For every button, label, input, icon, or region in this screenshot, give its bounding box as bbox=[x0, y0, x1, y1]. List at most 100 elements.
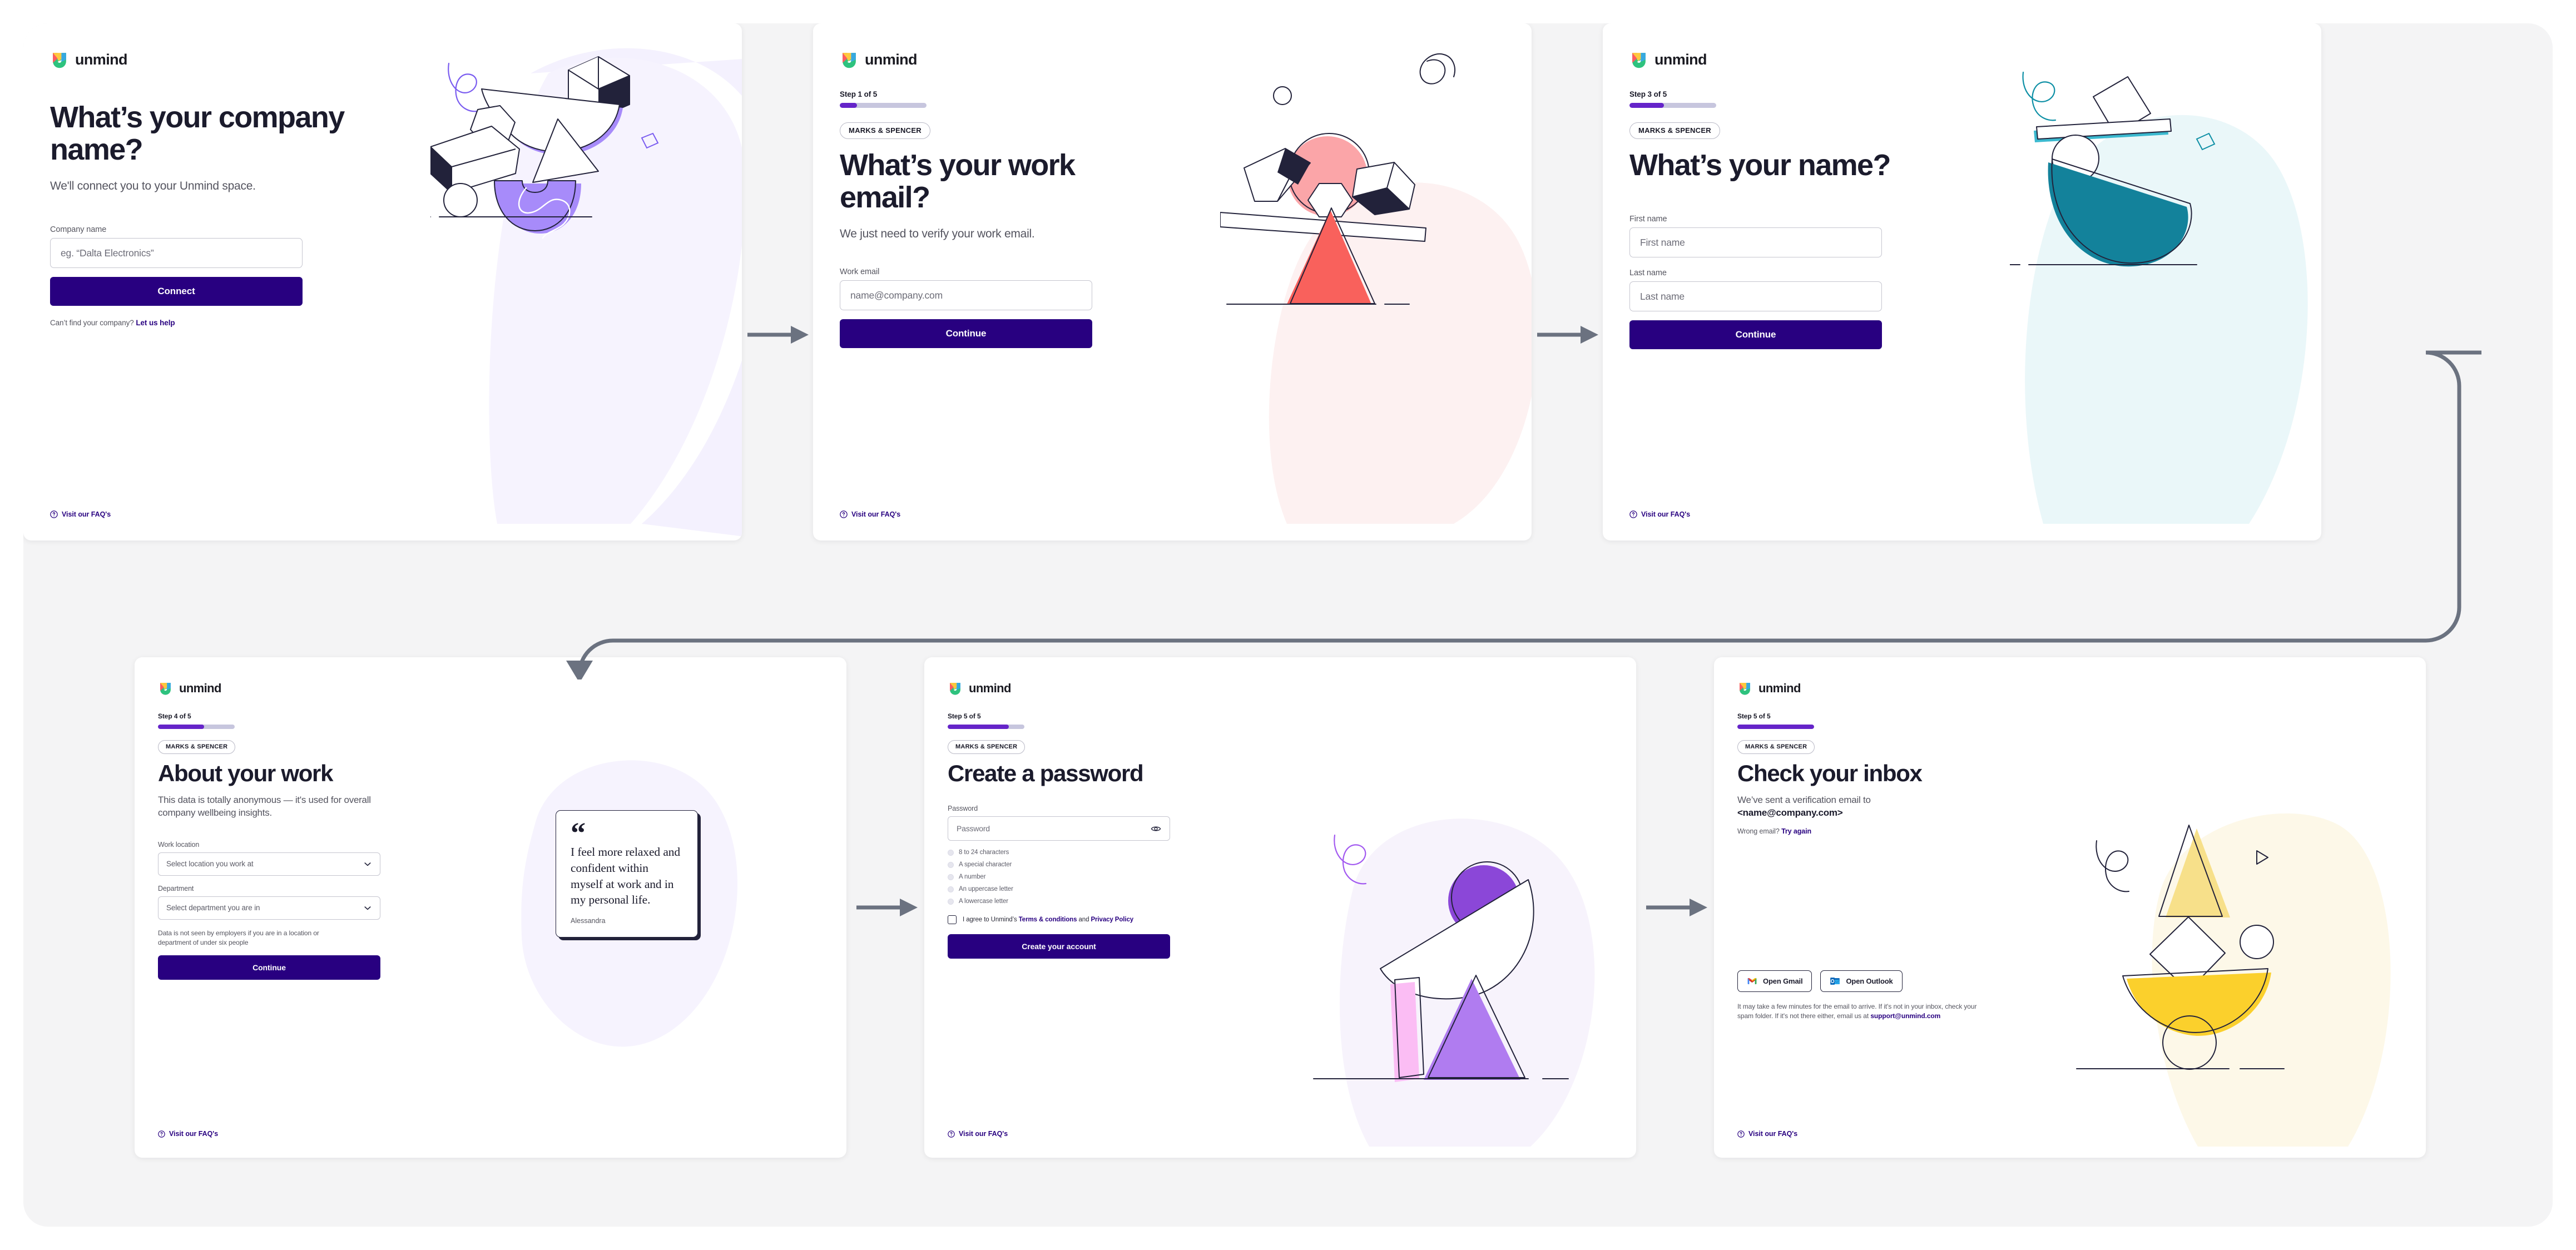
work-location-placeholder: Select location you work at bbox=[166, 860, 254, 869]
chevron-down-icon bbox=[364, 862, 371, 866]
mail-provider-buttons: Open Gmail Open Outlook bbox=[1737, 970, 2070, 992]
company-name-label: Company name bbox=[50, 225, 107, 235]
unmind-logo-mark bbox=[160, 683, 171, 695]
department-label: Department bbox=[158, 884, 194, 892]
faq-link-label: Visit our FAQ's bbox=[851, 510, 901, 518]
privacy-policy-link[interactable]: Privacy Policy bbox=[1091, 916, 1133, 923]
card-create-password: unmind Step 5 of 5 MARKS & SPENCER Creat… bbox=[924, 657, 1636, 1158]
requirement-label: A special character bbox=[959, 861, 1012, 869]
balance-illustration-red bbox=[1220, 23, 1532, 540]
question-circle-icon bbox=[1629, 510, 1637, 518]
question-circle-icon bbox=[840, 510, 848, 518]
card6-content-pane: unmind Step 5 of 5 MARKS & SPENCER Check… bbox=[1714, 657, 2070, 1158]
page-title: What’s your company name? bbox=[50, 101, 345, 167]
faq-link[interactable]: Visit our FAQ's bbox=[1629, 510, 1690, 518]
terms-and: and bbox=[1077, 916, 1091, 924]
faq-link[interactable]: Visit our FAQ's bbox=[840, 510, 900, 518]
unmind-logo: unmind bbox=[1737, 681, 2070, 696]
card-check-inbox: unmind Step 5 of 5 MARKS & SPENCER Check… bbox=[1714, 657, 2426, 1158]
testimonial-author: Alessandra bbox=[571, 917, 606, 925]
work-email-input[interactable]: name@company.com bbox=[840, 280, 1092, 311]
card5-illustration-pane bbox=[1269, 657, 1636, 1158]
anonymity-note: Data is not seen by employers if you are… bbox=[158, 929, 319, 946]
first-name-label: First name bbox=[1629, 215, 1667, 224]
verification-sent-line1: We’ve sent a verification email to bbox=[1737, 795, 1871, 806]
faq-link[interactable]: Visit our FAQ's bbox=[948, 1130, 1008, 1138]
last-name-input[interactable]: Last name bbox=[1629, 281, 1882, 312]
progress-bar bbox=[158, 725, 235, 729]
connector-card5-to-card6 bbox=[1646, 899, 1707, 916]
balance-illustration-yellow bbox=[2070, 657, 2426, 1158]
connector-card1-to-card2 bbox=[747, 326, 809, 344]
chevron-down-icon bbox=[364, 906, 371, 910]
balance-illustration-teal bbox=[2010, 23, 2321, 540]
faq-link[interactable]: Visit our FAQ's bbox=[158, 1130, 218, 1138]
first-name-input[interactable]: First name bbox=[1629, 227, 1882, 258]
company-pill: MARKS & SPENCER bbox=[948, 740, 1026, 754]
progress-block: Step 5 of 5 bbox=[948, 712, 1269, 729]
step-label: Step 4 of 5 bbox=[158, 712, 191, 720]
page-title: What’s your work email? bbox=[840, 148, 1076, 215]
requirement-label: A number bbox=[959, 874, 986, 881]
step-label: Step 5 of 5 bbox=[948, 712, 981, 720]
card2-illustration-pane bbox=[1220, 23, 1532, 540]
continue-button[interactable]: Continue bbox=[1629, 320, 1882, 350]
progress-bar bbox=[1737, 725, 1814, 729]
unmind-logo-text: unmind bbox=[1758, 681, 1801, 695]
step-label: Step 1 of 5 bbox=[840, 90, 878, 98]
progress-bar bbox=[948, 725, 1024, 729]
unmind-logo-mark bbox=[1740, 683, 1750, 695]
terms-agreement-text: I agree to Unmind’s Terms & conditions a… bbox=[963, 916, 1133, 923]
create-account-button[interactable]: Create your account bbox=[948, 934, 1170, 959]
password-input[interactable]: Password bbox=[948, 816, 1170, 841]
support-email-link[interactable]: support@unmind.com bbox=[1870, 1012, 1940, 1020]
unmind-logo-mark bbox=[843, 53, 856, 68]
progress-block: Step 3 of 5 bbox=[1629, 90, 2037, 108]
quote-mark-icon: “ bbox=[571, 816, 586, 850]
connect-button[interactable]: Connect bbox=[50, 277, 303, 306]
question-circle-icon bbox=[50, 510, 58, 518]
requirement-label: A lowercase letter bbox=[959, 898, 1008, 905]
progress-bar-fill bbox=[840, 103, 858, 108]
step-label: Step 3 of 5 bbox=[1629, 90, 1667, 98]
open-outlook-button[interactable]: Open Outlook bbox=[1820, 970, 1903, 992]
progress-bar-fill bbox=[1737, 725, 1814, 729]
faq-link[interactable]: Visit our FAQ's bbox=[1737, 1130, 1797, 1138]
question-circle-icon bbox=[1737, 1130, 1745, 1138]
open-gmail-button[interactable]: Open Gmail bbox=[1737, 970, 1812, 992]
email-delivery-note-text: It may take a few minutes for the email … bbox=[1737, 1002, 1977, 1020]
try-again-link[interactable]: Try again bbox=[1781, 827, 1811, 835]
work-location-select[interactable]: Select location you work at bbox=[158, 852, 380, 876]
continue-button[interactable]: Continue bbox=[158, 955, 380, 980]
terms-checkbox[interactable] bbox=[948, 915, 957, 925]
work-email-label: Work email bbox=[840, 267, 880, 277]
continue-button[interactable]: Continue bbox=[840, 319, 1092, 349]
password-requirement-item: A special character bbox=[948, 859, 1170, 871]
card1-illustration-pane bbox=[430, 23, 742, 540]
terms-conditions-link[interactable]: Terms & conditions bbox=[1019, 916, 1077, 923]
progress-block: Step 1 of 5 bbox=[840, 90, 1247, 108]
email-delivery-note: It may take a few minutes for the email … bbox=[1737, 1002, 1985, 1021]
page-subtitle: This data is totally anonymous — it's us… bbox=[158, 795, 371, 819]
balance-illustration-violet bbox=[1269, 657, 1636, 1158]
department-select[interactable]: Select department you are in bbox=[158, 896, 380, 920]
faq-link-label: Visit our FAQ's bbox=[959, 1130, 1008, 1138]
eye-icon[interactable] bbox=[1151, 824, 1161, 834]
card3-illustration-pane bbox=[2010, 23, 2321, 540]
unmind-logo-text: unmind bbox=[1654, 51, 1707, 68]
page-title: Check your inbox bbox=[1737, 760, 1923, 786]
card4-illustration-pane: “ I feel more relaxed and confident with… bbox=[468, 657, 846, 1158]
terms-prefix: I agree to Unmind’s bbox=[963, 916, 1019, 924]
card5-content-pane: unmind Step 5 of 5 MARKS & SPENCER Creat… bbox=[924, 657, 1269, 1158]
faq-link[interactable]: Visit our FAQ's bbox=[50, 510, 111, 518]
outlook-icon bbox=[1830, 977, 1840, 985]
unmind-logo-mark bbox=[53, 53, 66, 68]
let-us-help-link[interactable]: Let us help bbox=[136, 319, 175, 327]
password-requirements-list: 8 to 24 characters A special character A… bbox=[948, 846, 1170, 907]
company-pill: MARKS & SPENCER bbox=[158, 740, 236, 754]
requirement-status-dot bbox=[948, 898, 954, 905]
company-name-input[interactable]: eg. “Dalta Electronics” bbox=[50, 238, 303, 269]
wrong-email-row: Wrong email? Try again bbox=[1737, 827, 2070, 835]
last-name-label: Last name bbox=[1629, 269, 1667, 278]
requirement-label: 8 to 24 characters bbox=[959, 849, 1009, 856]
